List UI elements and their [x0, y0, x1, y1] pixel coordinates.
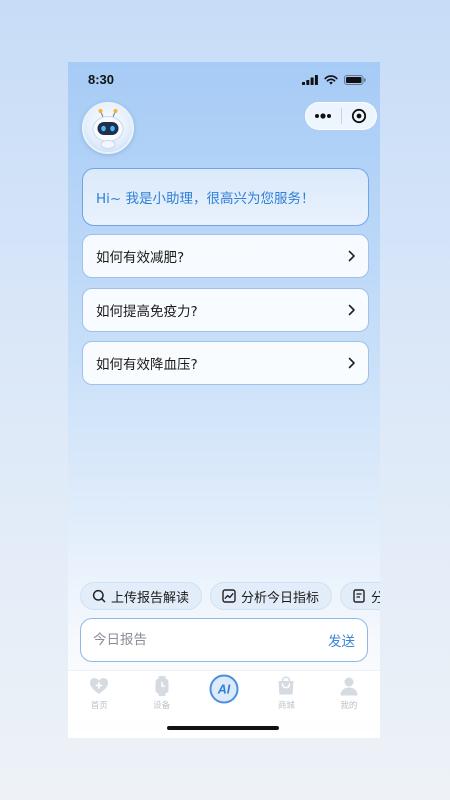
tab-ai[interactable]: AI [193, 671, 255, 720]
miniprogram-capsule [305, 102, 377, 130]
target-close-icon [351, 108, 366, 124]
status-time: 8:30 [88, 72, 115, 87]
document-icon [353, 589, 365, 603]
question-item-lose-weight[interactable]: 如何有效减肥? [82, 234, 369, 278]
tab-home[interactable]: 首页 [68, 671, 130, 720]
watch-icon [155, 676, 169, 696]
greeting-text: Hi~ 我是小助理，很高兴为您服务！ [96, 191, 315, 207]
chevron-right-icon [348, 357, 355, 369]
battery-icon [344, 75, 366, 85]
tab-label: 商城 [277, 701, 295, 711]
message-composer: 发送 [80, 618, 368, 662]
tab-label: 首页 [90, 701, 108, 711]
message-input[interactable] [93, 632, 293, 648]
home-heart-icon [90, 678, 109, 694]
chip-label: 上传报告解读 [111, 590, 190, 606]
more-button[interactable] [306, 103, 341, 129]
question-label: 如何提高免疫力? [96, 304, 198, 320]
robot-icon [92, 109, 124, 149]
search-icon [92, 589, 106, 603]
wifi-icon [324, 75, 338, 85]
tab-mall[interactable]: 商城 [255, 671, 317, 720]
home-indicator [167, 726, 279, 730]
phone-screen: 8:30 Hi~ 我是小助理，很高兴为您服务！ 如何有效减肥? 如何提高免疫力?… [68, 62, 380, 738]
status-icons [302, 75, 366, 85]
bottom-tab-bar: 首页 设备 AI 商城 我的 [68, 670, 380, 720]
chevron-right-icon [348, 304, 355, 316]
chevron-right-icon [348, 250, 355, 262]
chip-third[interactable]: 分 [340, 582, 380, 610]
greeting-bubble: Hi~ 我是小助理，很高兴为您服务！ [82, 168, 369, 226]
status-bar: 8:30 [68, 62, 380, 98]
tab-label: 我的 [340, 701, 358, 711]
ai-icon-label: AI [217, 683, 231, 697]
tab-label: 设备 [153, 701, 171, 711]
more-dots-icon [315, 113, 332, 119]
tab-mine[interactable]: 我的 [318, 671, 380, 720]
close-miniprogram-button[interactable] [342, 103, 377, 129]
cellular-signal-icon [302, 75, 318, 85]
chip-upload-report[interactable]: 上传报告解读 [80, 582, 203, 610]
chip-label: 分 [371, 590, 380, 606]
chart-icon [222, 589, 236, 603]
question-item-immunity[interactable]: 如何提高免疫力? [82, 288, 369, 332]
quick-action-chips: 上传报告解读 分析今日指标 分 [80, 582, 380, 610]
tab-device[interactable]: 设备 [130, 671, 192, 720]
question-item-blood-pressure[interactable]: 如何有效降血压? [82, 341, 369, 385]
question-label: 如何有效减肥? [96, 250, 185, 266]
assistant-avatar [82, 102, 134, 154]
send-button[interactable]: 发送 [328, 630, 355, 650]
chip-label: 分析今日指标 [241, 590, 320, 606]
chip-analyze-today[interactable]: 分析今日指标 [210, 582, 333, 610]
user-icon [340, 677, 358, 696]
question-label: 如何有效降血压? [96, 357, 198, 373]
shopping-bag-icon [278, 676, 294, 695]
ai-icon: AI [209, 674, 239, 704]
